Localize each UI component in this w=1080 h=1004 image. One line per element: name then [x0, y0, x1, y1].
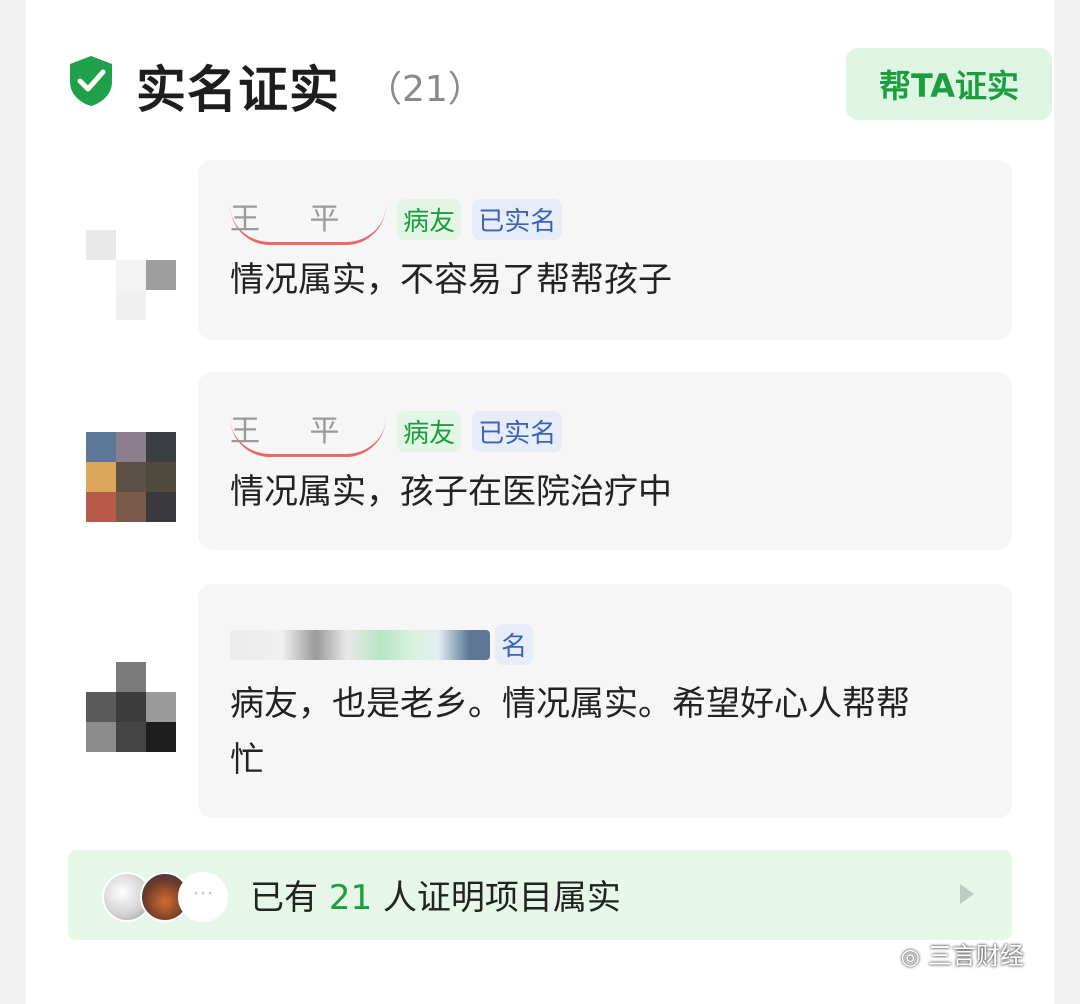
comment-text: 情况属实，不容易了帮帮孩子 — [230, 260, 672, 300]
section-header: 实名证实 （21） 帮TA证实 — [66, 42, 1052, 122]
comment-item: 王 平 病友 已实名 情况属实，孩子在医院治疗中 — [26, 372, 1054, 554]
verification-summary[interactable]: ··· 已有 21 人证明项目属实 — [68, 850, 1012, 940]
comment-item: 名 病友，也是老乡。情况属实。希望好心人帮帮 忙 — [26, 584, 1054, 820]
comment-bubble: 名 病友，也是老乡。情况属实。希望好心人帮帮 忙 — [198, 584, 1012, 818]
shield-check-icon — [70, 56, 112, 106]
avatar-pixel — [146, 230, 176, 260]
avatar-pixel — [146, 290, 176, 320]
verified-badge: 名 — [495, 624, 534, 665]
chevron-right-icon — [960, 884, 974, 904]
comment-text-line: 忙 — [230, 740, 264, 780]
commenter-info: 名 — [230, 624, 990, 665]
summary-prefix: 已有 — [250, 878, 318, 918]
patient-friend-badge: 病友 — [397, 199, 462, 240]
avatar-pixel — [146, 492, 176, 522]
avatar-pixel — [116, 432, 146, 462]
verification-card: 实名证实 （21） 帮TA证实 王 平 病友 已实名 情况属实，不容易了帮帮孩子… — [26, 0, 1054, 1004]
more-avatars: ··· — [178, 872, 228, 922]
commenter-name: 王 平 — [230, 194, 386, 245]
avatar-pixel — [86, 722, 116, 752]
section-title: 实名证实 — [136, 61, 340, 119]
watermark-text: 三言财经 — [928, 942, 1024, 970]
avatar-pixel — [146, 692, 176, 722]
patient-friend-badge: 病友 — [397, 411, 462, 452]
avatar-pixel — [116, 692, 146, 722]
comment-text: 情况属实，孩子在医院治疗中 — [230, 472, 672, 512]
blurred-commenter-name — [230, 629, 490, 660]
avatar-pixel — [116, 722, 146, 752]
avatar-pixel — [86, 692, 116, 722]
watermark: ◎ 三言财经 — [901, 936, 1024, 971]
commenter-name: 王 平 — [230, 406, 386, 457]
avatar-pixel — [116, 290, 146, 320]
avatar-pixel — [116, 492, 146, 522]
avatar-pixel — [116, 662, 146, 692]
summary-text: 已有 21 人证明项目属实 — [250, 870, 621, 919]
avatar-pixel — [146, 462, 176, 492]
avatar-pixel — [146, 432, 176, 462]
avatar-pixel — [116, 260, 146, 290]
avatar-pixel — [116, 230, 146, 260]
avatar-pixel — [146, 722, 176, 752]
avatar[interactable] — [86, 662, 176, 752]
avatar-pixel — [116, 462, 146, 492]
help-verify-button[interactable]: 帮TA证实 — [846, 48, 1052, 120]
wechat-icon: ◎ — [900, 945, 920, 970]
avatar[interactable] — [86, 230, 176, 320]
verified-badge: 已实名 — [472, 411, 563, 452]
avatar-pixel — [146, 662, 176, 692]
comment-item: 王 平 病友 已实名 情况属实，不容易了帮帮孩子 — [26, 160, 1054, 342]
comment-text-line: 病友，也是老乡。情况属实。希望好心人帮帮 — [230, 684, 910, 724]
verified-badge: 已实名 — [472, 199, 563, 240]
commenter-info: 王 平 病友 已实名 — [230, 406, 990, 457]
avatar-pixel — [86, 290, 116, 320]
avatar-pixel — [86, 492, 116, 522]
avatar-pixel — [86, 432, 116, 462]
verification-count: （21） — [366, 69, 484, 110]
avatar-pixel — [146, 260, 176, 290]
avatar-pixel — [86, 260, 116, 290]
verifier-count: 21 — [328, 878, 373, 918]
avatar[interactable] — [86, 432, 176, 522]
comment-bubble: 王 平 病友 已实名 情况属实，不容易了帮帮孩子 — [198, 160, 1012, 340]
avatar-pixel — [86, 462, 116, 492]
commenter-info: 王 平 病友 已实名 — [230, 194, 990, 245]
avatar-pixel — [86, 230, 116, 260]
comment-bubble: 王 平 病友 已实名 情况属实，孩子在医院治疗中 — [198, 372, 1012, 550]
summary-suffix: 人证明项目属实 — [382, 878, 621, 918]
comment-text: 病友，也是老乡。情况属实。希望好心人帮帮 忙 — [230, 676, 972, 788]
avatar-pixel — [86, 662, 116, 692]
